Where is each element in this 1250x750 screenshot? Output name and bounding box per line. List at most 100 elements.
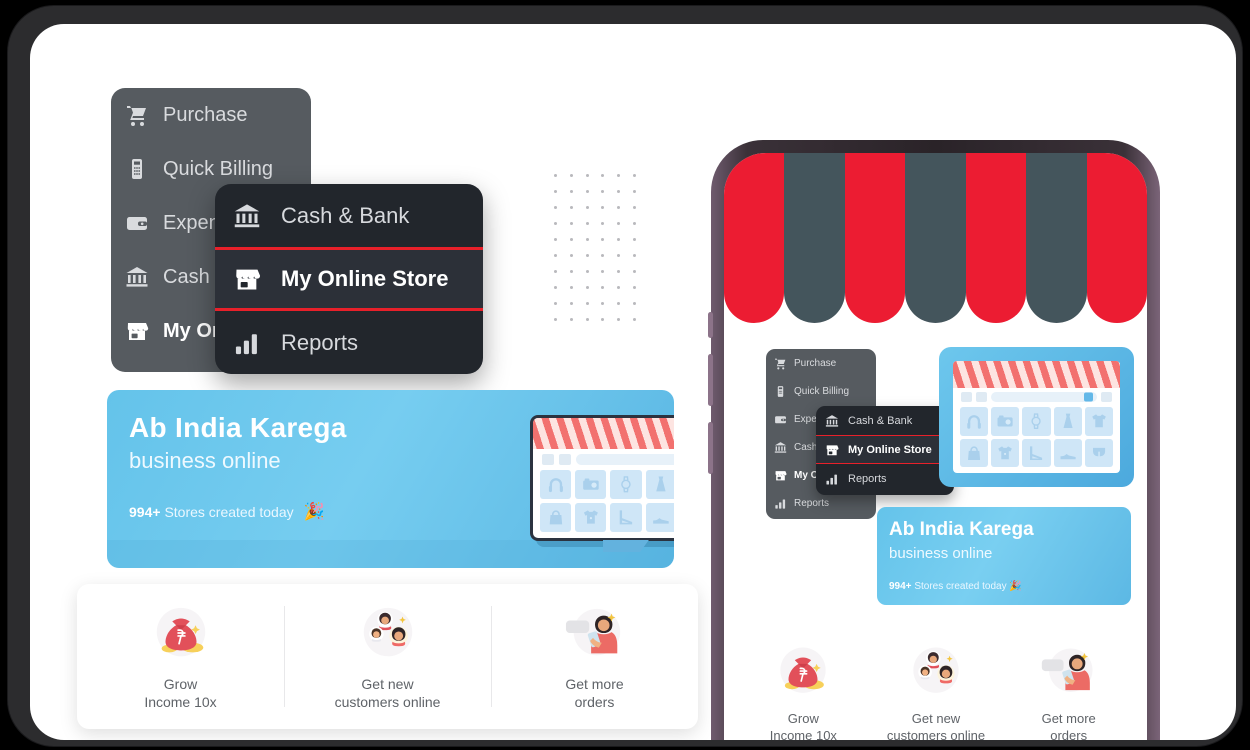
- outer-device-screen: Purchase Quick Billing Expense Cash My C…: [30, 24, 1236, 740]
- feature-line1: Get new: [361, 675, 414, 692]
- feature-cards: Grow Income 10x Get new customers online: [77, 584, 698, 729]
- screenshot-root: Purchase Quick Billing Expense Cash My C…: [0, 0, 1250, 750]
- feature-grow-income[interactable]: Grow Income 10x: [77, 584, 284, 729]
- feature-line1: Get more: [565, 675, 624, 692]
- tile-camera-icon: [990, 406, 1020, 436]
- phone-feature-get-more-orders[interactable]: Get more orders: [1002, 637, 1135, 740]
- tile-dress-icon: [645, 469, 674, 499]
- calculator-icon: [774, 385, 787, 398]
- tile-polo-shirt-icon: [990, 438, 1020, 468]
- phone-feature-line2: customers online: [886, 728, 986, 740]
- tile-watch-icon: [1022, 406, 1051, 436]
- promo-banner: Ab India Karega business online 994+ Sto…: [107, 390, 674, 568]
- phone-promo-banner: Ab India Karega business online 994+ Sto…: [877, 507, 1131, 605]
- store-icon: [125, 319, 149, 343]
- tile-heels-icon: [610, 502, 642, 532]
- feature-label: Get new customers online: [335, 675, 441, 711]
- awning-stripe: [724, 153, 785, 323]
- submenu-popup: Cash & Bank My Online Store Reports: [215, 184, 483, 374]
- search-field-shape: [575, 454, 674, 465]
- submenu-item-my-online-store[interactable]: My Online Store: [215, 247, 483, 311]
- banner-stats-count: 994+: [129, 504, 161, 520]
- sidebar-item-label: Purchase: [163, 103, 248, 126]
- phone-sidebar-item-label: Purchase: [794, 357, 837, 369]
- dot-grid-decoration: [548, 167, 642, 327]
- phone-button-volume-down[interactable]: [708, 422, 713, 474]
- shopping-cart-icon: [774, 357, 787, 370]
- money-bag-icon: [774, 643, 832, 701]
- banner-stats: 994+ Stores created today 🎉: [129, 502, 325, 522]
- feature-line2: Income 10x: [144, 693, 217, 710]
- monitor-card: [939, 347, 1134, 487]
- tile-camera-icon: [575, 469, 607, 499]
- awning-stripe: [1086, 153, 1147, 323]
- phone-feature-line2: Income 10x: [769, 728, 837, 740]
- feature-line1: Grow: [163, 675, 198, 692]
- phone-sidebar-item-purchase[interactable]: Purchase: [766, 349, 876, 377]
- store-monitor-illustration: [530, 415, 674, 553]
- submenu-item-label: My Online Store: [281, 266, 449, 291]
- mobile-order-icon: [1040, 643, 1098, 701]
- nav-chip: [976, 392, 987, 403]
- wallet-icon: [125, 211, 149, 235]
- money-bag-icon: [150, 603, 212, 665]
- feature-label: Grow Income 10x: [144, 675, 216, 711]
- tile-tshirt-icon: [1084, 406, 1114, 436]
- tile-headphones-icon: [959, 406, 988, 436]
- customers-icon: [357, 603, 419, 665]
- banner-stats-text: Stores created today: [164, 504, 294, 520]
- tile-sneaker-icon: [1053, 438, 1082, 468]
- bank-icon: [233, 202, 261, 230]
- illustration-search-bar: [961, 392, 1112, 403]
- phone-feature-line1: Get more: [1041, 711, 1096, 726]
- phone-screen: Purchase Quick Billing Expense Cash My R…: [724, 153, 1147, 740]
- monitor-screen: [953, 361, 1120, 473]
- submenu-item-cash-and-bank[interactable]: Cash & Bank: [215, 184, 483, 247]
- tile-headphones-icon: [540, 469, 572, 499]
- search-field-shape: [991, 392, 1097, 403]
- phone-button-silent[interactable]: [708, 312, 713, 338]
- feature-get-new-customers[interactable]: Get new customers online: [284, 584, 491, 729]
- nav-chip: [1101, 392, 1112, 403]
- bar-chart-icon: [774, 497, 787, 510]
- feature-line2: orders: [574, 693, 615, 710]
- nav-chip: [961, 392, 972, 403]
- awning-stripe: [784, 153, 845, 323]
- phone-feature-line1: Get new: [911, 711, 961, 726]
- phone-submenu-item-label: Cash & Bank: [848, 414, 913, 427]
- phone-button-volume-up[interactable]: [708, 354, 713, 406]
- tile-polo-shirt-icon: [575, 502, 607, 532]
- phone-feature-grow-income[interactable]: Grow Income 10x: [737, 637, 870, 740]
- party-popper-icon: 🎉: [1009, 581, 1022, 592]
- phone-submenu-item-my-online-store[interactable]: My Online Store: [816, 435, 954, 464]
- sidebar-item-purchase[interactable]: Purchase: [111, 88, 311, 142]
- banner-title: Ab India Karega: [129, 412, 347, 443]
- striped-awning-icon: [953, 361, 1120, 388]
- monitor-body: [530, 415, 674, 541]
- phone-feature-line1: Grow: [787, 711, 819, 726]
- phone-banner-stats-count: 994+: [889, 581, 912, 592]
- bank-icon: [774, 441, 787, 454]
- tile-heels-icon: [1022, 438, 1051, 468]
- customers-icon: [907, 643, 965, 701]
- phone-sidebar-item-quick-billing[interactable]: Quick Billing: [766, 377, 876, 405]
- banner-subtitle: business online: [129, 448, 281, 473]
- feature-label: Get more orders: [565, 675, 623, 711]
- store-awning: [724, 153, 1147, 323]
- awning-stripe: [905, 153, 966, 323]
- phone-feature-get-new-customers[interactable]: Get new customers online: [870, 637, 1003, 740]
- store-icon: [825, 443, 839, 457]
- phone-submenu-item-cash-and-bank[interactable]: Cash & Bank: [816, 406, 954, 435]
- feature-get-more-orders[interactable]: Get more orders: [491, 584, 698, 729]
- tile-sneaker-icon: [645, 502, 674, 532]
- monitor-screen: [533, 418, 674, 538]
- product-tile-grid: [540, 469, 674, 532]
- submenu-item-reports[interactable]: Reports: [215, 311, 483, 374]
- phone-submenu-item-reports[interactable]: Reports: [816, 464, 954, 493]
- tile-bag-icon: [959, 438, 988, 468]
- phone-store-illustration: [939, 347, 1134, 487]
- wallet-icon: [774, 413, 787, 426]
- tile-watch-icon: [610, 469, 642, 499]
- feature-line2: customers online: [334, 693, 441, 710]
- bank-icon: [825, 414, 839, 428]
